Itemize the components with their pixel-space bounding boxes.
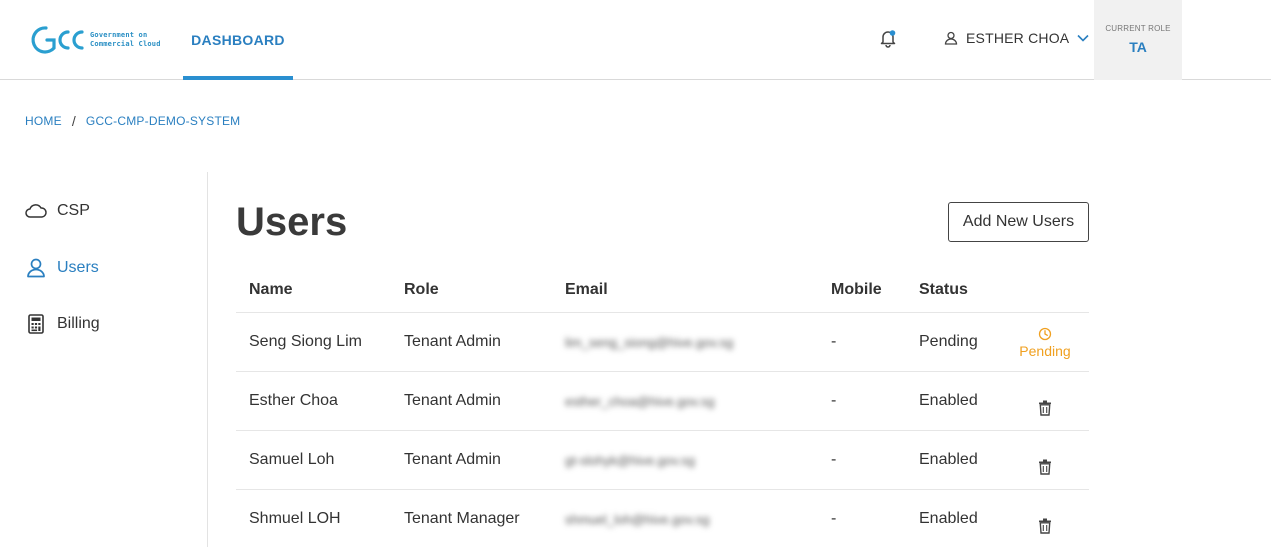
current-role-label: CURRENT ROLE [1105, 24, 1171, 33]
cell-email: lim_seng_siong@hive.gov.sg [565, 335, 734, 350]
top-header: Government on Commercial Cloud DASHBOARD… [0, 0, 1271, 80]
active-tab-indicator [183, 76, 293, 80]
chevron-down-icon [1077, 34, 1089, 42]
cell-role: Tenant Admin [404, 392, 501, 409]
cell-mobile: - [831, 333, 837, 350]
sidebar-item-label: Billing [57, 315, 100, 332]
trash-icon [1039, 400, 1051, 416]
delete-user-button[interactable] [1006, 490, 1084, 547]
trash-icon [1039, 459, 1051, 475]
cell-name: Esther Choa [249, 392, 338, 409]
table-row[interactable]: Samuel Loh Tenant Admin gt-slohyk@hive.g… [236, 431, 1089, 490]
column-header-role[interactable]: Role [404, 281, 439, 299]
breadcrumb: HOME / GCC-CMP-DEMO-SYSTEM [25, 113, 240, 129]
cell-status: Enabled [919, 510, 978, 527]
cell-status: Enabled [919, 392, 978, 409]
cell-role: Tenant Admin [404, 333, 501, 350]
gcc-logo-mark-icon [31, 26, 84, 54]
breadcrumb-separator: / [71, 113, 76, 129]
cloud-icon [25, 204, 47, 218]
sidebar-item-users[interactable]: Users [25, 258, 99, 278]
gcc-logo[interactable]: Government on Commercial Cloud [30, 22, 170, 58]
sidebar-item-label: Users [57, 259, 99, 276]
sidebar-divider [207, 172, 208, 547]
delete-user-button[interactable] [1006, 372, 1084, 431]
cell-status: Pending [919, 333, 978, 350]
pending-action-label: Pending [1019, 342, 1071, 359]
sidebar-item-csp[interactable]: CSP [25, 202, 90, 220]
table-row[interactable]: Esther Choa Tenant Admin esther_choa@hiv… [236, 372, 1089, 431]
user-menu[interactable]: ESTHER CHOA [944, 28, 1089, 48]
logo-line-2: Commercial Cloud [90, 40, 161, 48]
breadcrumb-home[interactable]: HOME [25, 114, 62, 128]
column-header-email[interactable]: Email [565, 281, 608, 299]
table-header-row: Name Role Email Mobile Status [236, 270, 1089, 313]
cell-email: gt-slohyk@hive.gov.sg [565, 453, 696, 468]
table-row[interactable]: Shmuel LOH Tenant Manager shmuel_loh@hiv… [236, 490, 1089, 547]
user-name: ESTHER CHOA [966, 30, 1070, 46]
cell-email: shmuel_loh@hive.gov.sg [565, 512, 710, 527]
cell-name: Samuel Loh [249, 451, 335, 468]
column-header-mobile[interactable]: Mobile [831, 281, 882, 299]
cell-mobile: - [831, 392, 837, 409]
cell-name: Seng Siong Lim [249, 333, 362, 350]
calculator-icon [28, 314, 44, 334]
tab-dashboard[interactable]: DASHBOARD [183, 0, 293, 80]
delete-user-button[interactable] [1006, 431, 1084, 490]
trash-icon [1039, 518, 1051, 534]
current-role-box: CURRENT ROLE TA [1094, 0, 1182, 80]
pending-action[interactable]: Pending [1006, 313, 1084, 372]
sidebar-item-billing[interactable]: Billing [25, 313, 100, 335]
user-icon [944, 31, 958, 45]
cell-email: esther_choa@hive.gov.sg [565, 394, 715, 409]
logo-line-1: Government on [90, 31, 148, 39]
table-row[interactable]: Seng Siong Lim Tenant Admin lim_seng_sio… [236, 313, 1089, 372]
column-header-name[interactable]: Name [249, 281, 293, 299]
cell-name: Shmuel LOH [249, 510, 341, 527]
breadcrumb-current[interactable]: GCC-CMP-DEMO-SYSTEM [86, 114, 240, 128]
bell-icon [880, 30, 896, 48]
users-table: Name Role Email Mobile Status Seng Siong… [236, 270, 1089, 547]
cell-mobile: - [831, 451, 837, 468]
notification-button[interactable] [878, 28, 898, 48]
logo-text: Government on Commercial Cloud [90, 31, 161, 49]
clock-icon [1038, 327, 1052, 340]
column-header-status[interactable]: Status [919, 281, 968, 299]
add-new-users-button[interactable]: Add New Users [948, 202, 1089, 242]
tab-dashboard-label: DASHBOARD [191, 32, 285, 48]
cell-mobile: - [831, 510, 837, 527]
sidebar-item-label: CSP [57, 202, 90, 219]
cell-role: Tenant Admin [404, 451, 501, 468]
user-icon [27, 258, 45, 278]
page-title: Users [236, 200, 348, 244]
cell-role: Tenant Manager [404, 510, 520, 527]
cell-status: Enabled [919, 451, 978, 468]
current-role-value: TA [1129, 39, 1147, 55]
